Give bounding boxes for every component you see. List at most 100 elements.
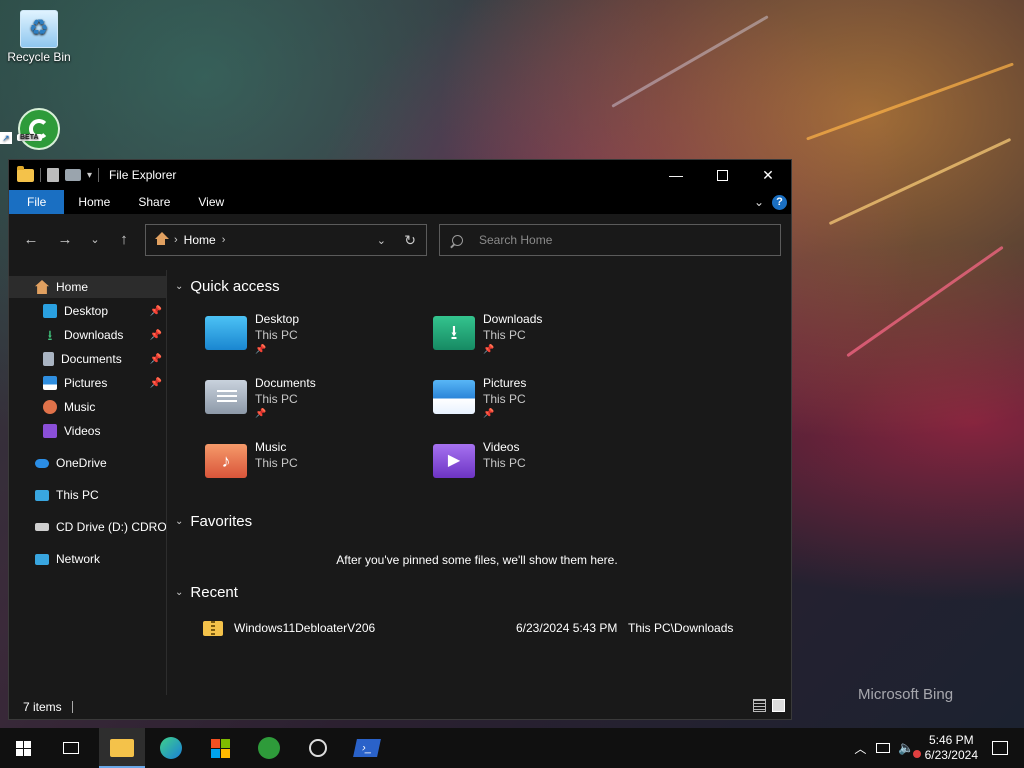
sidebar-item-documents[interactable]: Documents 📌 <box>9 348 166 370</box>
sidebar-item-cd-drive[interactable]: CD Drive (D:) CDROM <box>9 516 166 538</box>
taskbar-powershell[interactable]: ›_ <box>344 728 390 768</box>
sidebar-item-label: Downloads <box>64 328 124 342</box>
store-icon <box>210 738 230 758</box>
expand-ribbon-chevron-icon[interactable]: ⌄ <box>754 195 764 209</box>
breadcrumb-home[interactable]: Home <box>184 233 216 247</box>
quick-access-tile-pictures[interactable]: Pictures This PC 📌 <box>433 376 653 436</box>
maximize-button[interactable] <box>699 160 745 190</box>
address-history-chevron-icon[interactable]: ⌄ <box>377 234 386 247</box>
task-view-icon <box>63 742 79 754</box>
pin-icon[interactable]: 📌 <box>150 306 162 317</box>
taskbar-store[interactable] <box>197 728 243 768</box>
tile-location: This PC <box>255 392 298 406</box>
quick-access-toolbar: ▾ <box>9 165 100 182</box>
sidebar-item-home[interactable]: Home <box>9 276 166 298</box>
tile-location: This PC <box>483 328 526 342</box>
pictures-folder-icon <box>433 380 475 414</box>
tab-home[interactable]: Home <box>64 190 124 214</box>
taskbar: ›_ ︿ 🔈 5:46 PM 6/23/2024 <box>0 728 1024 768</box>
sidebar-item-network[interactable]: Network <box>9 548 166 570</box>
refresh-icon[interactable]: ↻ <box>404 232 416 249</box>
wallpaper-light-streak <box>828 137 1012 226</box>
sidebar-item-label: This PC <box>56 488 99 502</box>
search-input[interactable] <box>477 232 761 248</box>
customize-toolbar-chevron-icon[interactable]: ▾ <box>87 170 92 181</box>
taskbar-file-explorer[interactable] <box>99 728 145 768</box>
desktop-icon-ccleaner[interactable]: BETA ↗ <box>0 108 74 152</box>
sidebar-item-pictures[interactable]: Pictures 📌 <box>9 372 166 394</box>
pin-icon[interactable]: 📌 <box>150 378 162 389</box>
arrow-left-icon: ← <box>23 231 39 248</box>
downloads-folder-icon: ⭳ <box>433 316 475 350</box>
forward-button[interactable]: → <box>55 231 75 248</box>
favorites-empty-message: After you've pinned some files, we'll sh… <box>336 553 618 567</box>
videos-icon <box>43 424 57 438</box>
new-folder-icon[interactable] <box>65 169 81 181</box>
sidebar-item-desktop[interactable]: Desktop 📌 <box>9 300 166 322</box>
sidebar-item-label: Pictures <box>64 376 108 390</box>
pin-icon[interactable]: 📌 <box>150 330 162 341</box>
documents-folder-icon <box>205 380 247 414</box>
recent-header[interactable]: ⌄ Recent <box>175 584 238 601</box>
view-switcher <box>753 699 785 712</box>
quick-access-tile-music[interactable]: ♪ Music This PC <box>205 440 425 500</box>
recent-locations-button[interactable]: ⌄ <box>85 233 105 246</box>
document-icon <box>43 352 54 366</box>
properties-icon[interactable] <box>47 168 59 182</box>
favorites-header[interactable]: ⌄ Favorites <box>175 513 252 530</box>
minimize-button[interactable]: — <box>653 160 699 190</box>
taskbar-clock[interactable]: 5:46 PM 6/23/2024 <box>925 733 978 763</box>
quick-access-tile-downloads[interactable]: ⭳ Downloads This PC 📌 <box>433 312 653 372</box>
search-box[interactable] <box>439 224 781 256</box>
videos-folder-icon: ▶ <box>433 444 475 478</box>
taskbar-edge[interactable] <box>148 728 194 768</box>
task-view-button[interactable] <box>48 728 94 768</box>
breadcrumb-separator-icon[interactable]: › <box>222 234 226 246</box>
taskbar-clock-app[interactable] <box>295 728 341 768</box>
ccleaner-icon <box>258 737 280 759</box>
ribbon-tabs: File Home Share View ⌄ ? <box>9 190 791 214</box>
tile-location: This PC <box>483 456 526 470</box>
close-button[interactable]: ✕ <box>745 160 791 190</box>
network-status-icon[interactable] <box>876 743 891 753</box>
sidebar-item-downloads[interactable]: ⭳ Downloads 📌 <box>9 324 166 346</box>
quick-access-tile-documents[interactable]: Documents This PC 📌 <box>205 376 425 436</box>
tab-share[interactable]: Share <box>124 190 184 214</box>
notifications-icon[interactable] <box>992 741 1008 755</box>
start-button[interactable] <box>0 728 46 768</box>
group-title: Quick access <box>190 278 280 295</box>
help-icon[interactable]: ? <box>772 194 787 210</box>
toolbar-separator <box>98 168 100 182</box>
download-arrow-icon: ⭳ <box>450 322 458 344</box>
large-icons-view-icon[interactable] <box>772 699 785 712</box>
item-count: 7 items <box>23 700 62 714</box>
title-bar[interactable]: ▾ File Explorer — ✕ <box>9 160 791 190</box>
taskbar-ccleaner[interactable] <box>246 728 292 768</box>
tab-view[interactable]: View <box>184 190 238 214</box>
recent-file-row[interactable]: Windows11DebloaterV206 6/23/2024 5:43 PM… <box>203 617 783 639</box>
download-icon: ⭳ <box>47 327 53 343</box>
sidebar-item-music[interactable]: Music <box>9 396 166 418</box>
tab-file[interactable]: File <box>9 190 65 214</box>
quick-access-tile-desktop[interactable]: Desktop This PC 📌 <box>205 312 425 372</box>
volume-muted-icon[interactable]: 🔈 <box>898 740 921 758</box>
back-button[interactable]: ← <box>21 231 41 248</box>
pin-icon: 📌 <box>255 408 267 418</box>
show-hidden-icons-chevron-icon[interactable]: ︿ <box>854 740 866 757</box>
address-bar[interactable]: › Home › ⌄ ↻ <box>145 224 427 256</box>
desktop-icon-recycle-bin[interactable]: Recycle Bin <box>4 10 74 64</box>
desktop-icon-label: Recycle Bin <box>7 50 71 64</box>
up-button[interactable]: ↑ <box>114 231 134 248</box>
details-view-icon[interactable] <box>753 699 766 712</box>
sidebar-item-label: Desktop <box>64 304 109 318</box>
sidebar-item-videos[interactable]: Videos <box>9 420 166 442</box>
music-folder-icon: ♪ <box>205 444 247 478</box>
quick-access-tile-videos[interactable]: ▶ Videos This PC <box>433 440 653 500</box>
sidebar-item-onedrive[interactable]: OneDrive <box>9 452 166 474</box>
breadcrumb-separator-icon[interactable]: › <box>174 234 178 246</box>
sidebar-item-label: Videos <box>64 424 101 438</box>
sidebar-item-this-pc[interactable]: This PC <box>9 484 166 506</box>
pin-icon[interactable]: 📌 <box>150 354 162 365</box>
quick-access-header[interactable]: ⌄ Quick access <box>175 278 280 295</box>
pictures-icon <box>43 376 57 390</box>
